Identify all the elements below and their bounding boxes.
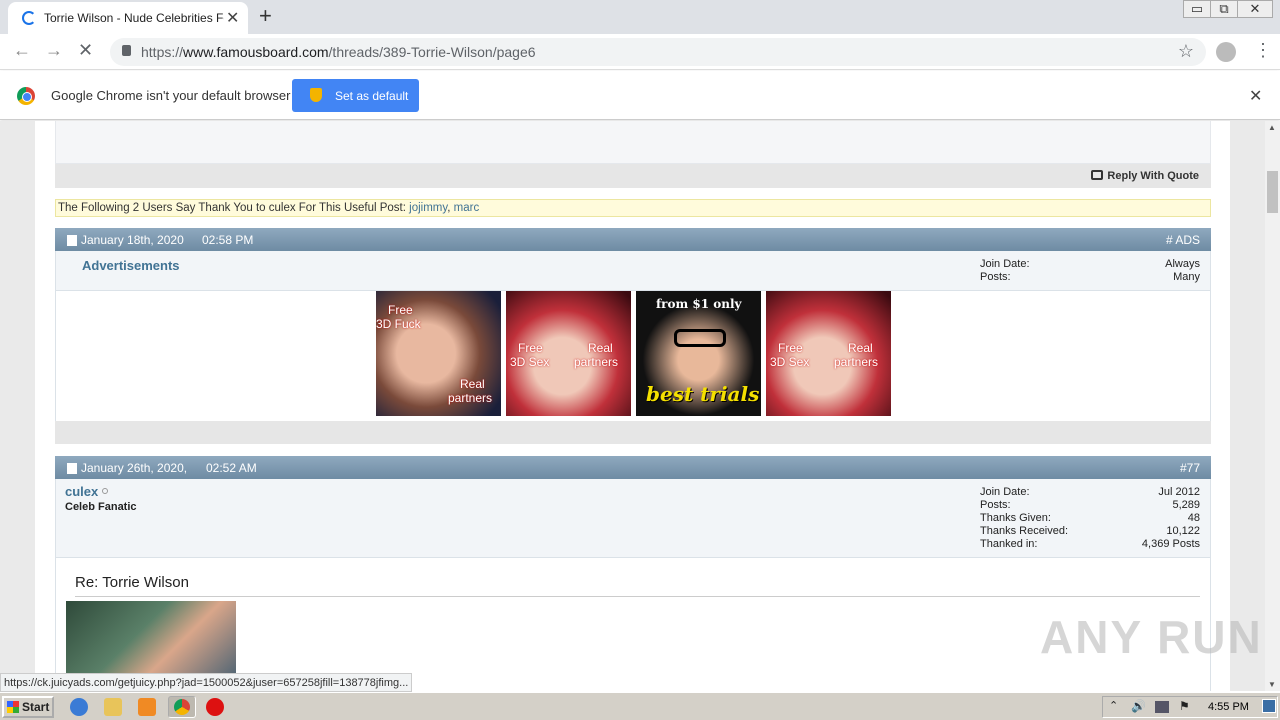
thanks-user-link[interactable]: marc — [454, 202, 480, 214]
post-title: Re: Torrie Wilson — [75, 574, 189, 591]
forward-icon[interactable]: → — [45, 40, 63, 61]
reply-with-quote-button[interactable]: Reply With Quote — [1091, 170, 1199, 182]
page-viewport: Reply With Quote The Following 2 Users S… — [0, 121, 1265, 691]
thanks-user-link[interactable]: jojimmy — [409, 202, 447, 214]
start-button[interactable]: Start — [2, 696, 54, 718]
explorer-folder-icon[interactable] — [104, 698, 122, 716]
post-body: Re: Torrie Wilson — [55, 558, 1211, 691]
ad-banner[interactable]: Free 3D Fuck Real partners — [376, 291, 501, 416]
browser-tab[interactable]: Torrie Wilson - Nude Celebrities Forum ✕ — [8, 2, 248, 34]
back-icon[interactable]: ← — [13, 40, 31, 61]
ads-userinfo: Join Date: Always Posts: Many — [980, 258, 1200, 284]
title-divider — [75, 596, 1200, 597]
ie-icon[interactable] — [70, 698, 88, 716]
tab-strip: Torrie Wilson - Nude Celebrities Forum ✕… — [0, 0, 1280, 34]
set-default-button[interactable]: Set as default — [292, 79, 419, 112]
chrome-logo-icon — [17, 87, 35, 105]
thanks-bar: The Following 2 Users Say Thank You to c… — [55, 199, 1211, 217]
url-text: https://www.famousboard.com/threads/389-… — [141, 44, 536, 60]
opera-icon[interactable] — [206, 698, 224, 716]
bookmark-star-icon[interactable]: ☆ — [1178, 41, 1194, 62]
profile-avatar[interactable] — [1216, 42, 1236, 62]
network-icon[interactable] — [1155, 701, 1169, 713]
glasses-graphic — [674, 329, 726, 347]
windows-taskbar: Start ⌃ 🔊 ⚑ 4:55 PM — [0, 692, 1280, 720]
minimize-button[interactable]: ▭ — [1183, 0, 1211, 18]
menu-icon[interactable]: ⋮ — [1254, 40, 1272, 61]
post-number-link[interactable]: #77 — [1180, 461, 1200, 475]
browser-toolbar: ← → ✕ https://www.famousboard.com/thread… — [0, 34, 1280, 70]
post-icon — [67, 235, 77, 246]
page-scrollbar[interactable]: ▲ ▼ — [1265, 121, 1280, 691]
status-url-bubble: https://ck.juicyads.com/getjuicy.php?jad… — [0, 673, 413, 692]
anyrun-watermark: ANY RUN — [1040, 611, 1263, 663]
post-header-ads: January 18th, 2020 02:58 PM # ADS — [55, 228, 1211, 251]
infobar-close-icon[interactable]: ✕ — [1249, 86, 1262, 106]
window-close-button[interactable]: ✕ — [1237, 0, 1273, 18]
restore-button[interactable]: ⧉ — [1210, 0, 1238, 18]
tab-close-icon[interactable]: ✕ — [226, 8, 239, 28]
userinfo-row: Thanks Received: 10,122 — [980, 525, 1200, 537]
post-time: 02:58 PM — [202, 233, 254, 247]
ads-userbar: Advertisements Join Date: Always Posts: Ma… — [55, 251, 1211, 291]
ad-banner[interactable]: Free 3D Sex Real partners — [506, 291, 631, 416]
shield-icon — [310, 88, 322, 102]
post-icon — [67, 463, 77, 474]
quote-icon — [1091, 170, 1104, 180]
tray-expand-icon[interactable]: ⌃ — [1109, 699, 1118, 712]
new-tab-button[interactable]: + — [259, 3, 272, 29]
chrome-icon — [174, 699, 190, 715]
post-date: January 26th, 2020, — [81, 461, 188, 475]
thanks-text: The Following 2 Users Say Thank You to c… — [58, 202, 406, 214]
lock-icon — [122, 45, 131, 56]
userinfo-row: Join Date: Jul 2012 — [980, 486, 1200, 498]
volume-icon[interactable]: 🔊 — [1131, 699, 1146, 713]
post-number-link[interactable]: # ADS — [1166, 233, 1200, 247]
ad-banner[interactable]: from $1 only best trials — [636, 291, 761, 416]
previous-post-body — [55, 121, 1211, 164]
show-desktop-icon[interactable] — [1262, 699, 1276, 713]
post-userinfo: Join Date: Jul 2012 Posts: 5,289 Thanks Gi… — [980, 486, 1200, 551]
user-title: Celeb Fanatic — [65, 501, 137, 513]
userinfo-row: Posts: Many — [980, 271, 1200, 283]
action-center-flag-icon[interactable]: ⚑ — [1179, 699, 1190, 713]
ad-banner[interactable]: Free 3D Sex Real partners — [766, 291, 891, 416]
tab-title: Torrie Wilson - Nude Celebrities Forum — [44, 11, 224, 25]
offline-status-icon — [102, 488, 109, 494]
username-link[interactable]: culex — [65, 484, 109, 499]
previous-post-footer: Reply With Quote — [55, 164, 1211, 188]
windows-logo-icon — [7, 701, 19, 713]
forum-content: Reply With Quote The Following 2 Users S… — [35, 121, 1230, 691]
infobar-message: Google Chrome isn't your default browser — [51, 88, 291, 103]
address-bar[interactable]: https://www.famousboard.com/threads/389-… — [110, 38, 1206, 66]
scroll-up-icon[interactable]: ▲ — [1268, 123, 1276, 132]
media-player-icon[interactable] — [138, 698, 156, 716]
userinfo-row: Thanked in: 4,369 Posts — [980, 538, 1200, 550]
default-browser-infobar: Google Chrome isn't your default browser… — [0, 71, 1280, 120]
system-tray: ⌃ 🔊 ⚑ — [1102, 696, 1278, 718]
ads-footer — [55, 421, 1211, 444]
post-header: January 26th, 2020, 02:52 AM #77 — [55, 456, 1211, 479]
post-time: 02:52 AM — [206, 461, 257, 475]
post-date: January 18th, 2020 — [81, 233, 184, 247]
userinfo-row: Thanks Given: 48 — [980, 512, 1200, 524]
loading-icon — [22, 11, 36, 25]
stop-icon[interactable]: ✕ — [78, 40, 93, 61]
scroll-down-icon[interactable]: ▼ — [1268, 680, 1276, 689]
userinfo-row: Posts: 5,289 — [980, 499, 1200, 511]
scroll-thumb[interactable] — [1267, 171, 1278, 213]
userinfo-row: Join Date: Always — [980, 258, 1200, 270]
chrome-taskbar-button[interactable] — [168, 696, 196, 718]
taskbar-clock[interactable]: 4:55 PM — [1208, 701, 1249, 713]
ads-title: Advertisements — [82, 258, 180, 273]
post-userbar: culex Celeb Fanatic Join Date: Jul 2012 P… — [55, 479, 1211, 558]
set-default-label: Set as default — [335, 89, 409, 103]
